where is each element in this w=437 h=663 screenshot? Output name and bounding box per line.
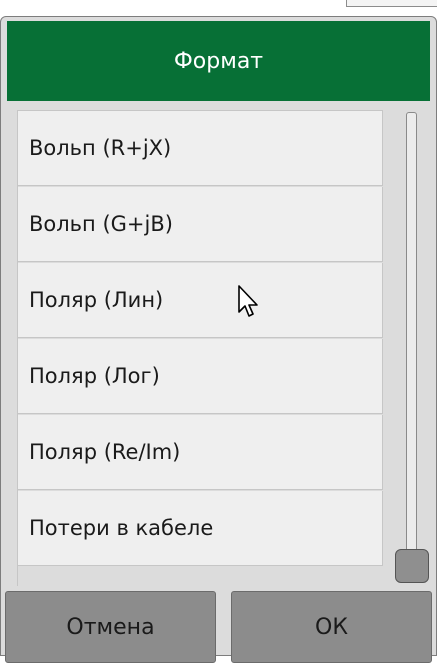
cancel-button[interactable]: Отмена [5, 591, 216, 663]
arrow-cursor-icon [238, 285, 258, 317]
background-window-edge [346, 0, 437, 7]
list-item-polar-reim[interactable]: Поляр (Re/Im) [18, 415, 383, 490]
ok-button[interactable]: ОК [231, 591, 432, 663]
list-item-polar-log[interactable]: Поляр (Лог) [18, 339, 383, 414]
dialog-title: Формат [7, 21, 430, 101]
list-item-smith-gjb[interactable]: Вольп (G+jB) [18, 187, 383, 262]
scrollbar-thumb[interactable] [395, 549, 429, 583]
list-item-smith-rjx[interactable]: Вольп (R+jX) [18, 111, 383, 186]
format-dialog: Формат Вольп (R+jX) Вольп (G+jB) Поляр (… [0, 16, 437, 663]
format-list: Вольп (R+jX) Вольп (G+jB) Поляр (Лин) По… [17, 110, 383, 586]
list-item-polar-lin[interactable]: Поляр (Лин) [18, 263, 383, 338]
scrollbar-track[interactable] [406, 112, 417, 572]
list-item-cable-loss[interactable]: Потери в кабеле [18, 491, 383, 566]
